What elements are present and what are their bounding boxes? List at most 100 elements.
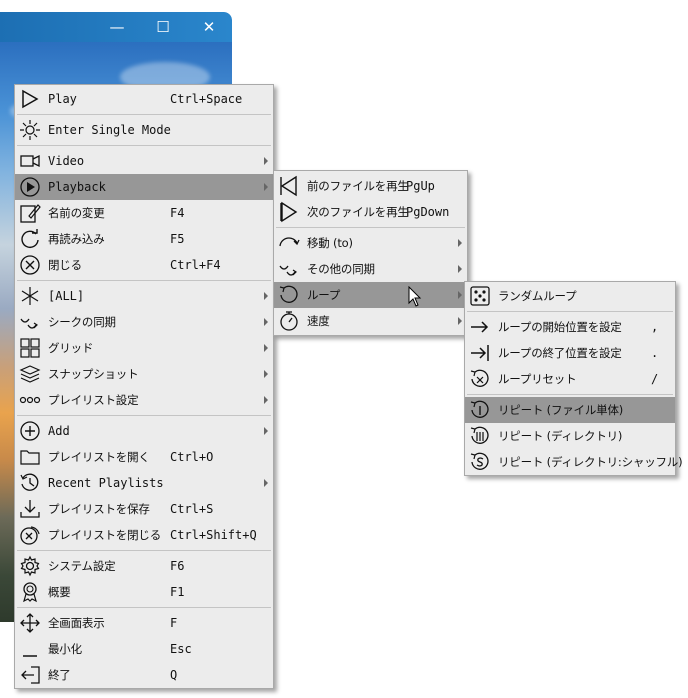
minimize-window-button[interactable]: — <box>94 12 140 42</box>
submenu-arrow-icon <box>264 479 268 487</box>
menu-item-label: プレイリストを開く <box>48 450 150 464</box>
menu-item-play[interactable]: Play Ctrl+Space <box>15 86 273 112</box>
menu-item-save-playlist[interactable]: プレイリストを保存 Ctrl+S <box>15 496 273 522</box>
exit-icon <box>19 664 41 686</box>
menu-item-label: リピート (ディレクトリ) <box>498 429 623 443</box>
menu-item-seek-sync[interactable]: シークの同期 <box>15 309 273 335</box>
menu-item-shortcut: Ctrl+F4 <box>170 258 221 272</box>
context-menu-playback: 前のファイルを再生 PgUp 次のファイルを再生 PgDown 移動 (to) … <box>273 170 468 336</box>
sync-seek-icon <box>19 311 41 333</box>
submenu-arrow-icon <box>264 344 268 352</box>
menu-item-label: Add <box>48 424 70 438</box>
asterisk-icon <box>19 285 41 307</box>
context-menu-loop: ランダムループ ループの開始位置を設定 , ループの終了位置を設定 . ループリ… <box>464 281 683 476</box>
snapshot-icon <box>19 363 41 385</box>
menu-item-set-loop-start[interactable]: ループの開始位置を設定 , <box>465 314 675 340</box>
menu-item-all[interactable]: [ALL] <box>15 283 273 309</box>
menu-item-shortcut: Ctrl+Space <box>170 92 243 106</box>
close-window-button[interactable]: ✕ <box>186 12 232 42</box>
menu-item-shortcut: F5 <box>170 232 185 246</box>
menu-item-shortcut: Esc <box>170 642 192 656</box>
menu-item-shortcut: PgUp <box>406 179 435 193</box>
playback-icon <box>19 176 41 198</box>
menu-item-enter-single-mode[interactable]: Enter Single Mode <box>15 117 273 143</box>
menu-item-next-file[interactable]: 次のファイルを再生 PgDown <box>274 199 467 225</box>
menu-item-label: 速度 <box>307 314 330 328</box>
menu-item-rename[interactable]: 名前の変更 F4 <box>15 200 273 226</box>
menu-item-playlist-settings[interactable]: プレイリスト設定 <box>15 387 273 413</box>
menu-item-shortcut: / <box>651 372 659 386</box>
repeat-directory-icon <box>469 425 491 447</box>
menu-item-grid[interactable]: グリッド <box>15 335 273 361</box>
menu-item-loop[interactable]: ループ <box>274 282 467 308</box>
menu-item-minimize[interactable]: 最小化 Esc <box>15 636 273 662</box>
maximize-window-button[interactable]: ☐ <box>140 12 186 42</box>
menu-item-speed[interactable]: 速度 <box>274 308 467 334</box>
move-to-icon <box>278 232 300 254</box>
close-circle-icon <box>19 254 41 276</box>
menu-item-label: その他の同期 <box>307 262 375 276</box>
menu-item-exit[interactable]: 終了 Q <box>15 662 273 688</box>
video-camera-icon <box>19 150 41 172</box>
menu-item-close-playlist[interactable]: プレイリストを閉じる Ctrl+Shift+Q <box>15 522 273 548</box>
menu-item-close[interactable]: 閉じる Ctrl+F4 <box>15 252 273 278</box>
history-icon <box>19 472 41 494</box>
loop-reset-icon <box>469 368 491 390</box>
menu-item-fullscreen[interactable]: 全画面表示 F <box>15 610 273 636</box>
menu-separator <box>467 394 673 395</box>
menu-item-label: Video <box>48 154 85 168</box>
menu-separator <box>17 114 271 115</box>
save-download-icon <box>19 498 41 520</box>
menu-item-previous-file[interactable]: 前のファイルを再生 PgUp <box>274 173 467 199</box>
playlist-settings-icon <box>19 389 41 411</box>
menu-item-loop-reset[interactable]: ループリセット / <box>465 366 675 392</box>
loop-icon <box>278 284 300 306</box>
menu-item-move-to[interactable]: 移動 (to) <box>274 230 467 256</box>
minimize-icon <box>19 638 41 660</box>
set-end-icon <box>469 342 491 364</box>
menu-item-label: 概要 <box>48 585 71 599</box>
gear-icon <box>19 555 41 577</box>
menu-item-recent-playlists[interactable]: Recent Playlists <box>15 470 273 496</box>
menu-item-label: 前のファイルを再生 <box>307 179 409 193</box>
menu-item-repeat-directory[interactable]: リピート (ディレクトリ) <box>465 423 675 449</box>
menu-item-set-loop-end[interactable]: ループの終了位置を設定 . <box>465 340 675 366</box>
menu-item-about[interactable]: 概要 F1 <box>15 579 273 605</box>
menu-item-shortcut: F4 <box>170 206 185 220</box>
menu-item-label: プレイリストを閉じる <box>48 528 161 542</box>
menu-separator <box>17 550 271 551</box>
menu-item-label: 次のファイルを再生 <box>307 205 409 219</box>
menu-item-playback[interactable]: Playback <box>15 174 273 200</box>
menu-separator <box>467 311 673 312</box>
menu-item-open-playlist[interactable]: プレイリストを開く Ctrl+O <box>15 444 273 470</box>
speed-timer-icon <box>278 310 300 332</box>
other-sync-icon <box>278 258 300 280</box>
menu-item-other-sync[interactable]: その他の同期 <box>274 256 467 282</box>
menu-item-label: ループリセット <box>498 372 577 386</box>
close-playlist-icon <box>19 524 41 546</box>
menu-item-shortcut: F6 <box>170 559 185 573</box>
submenu-arrow-icon <box>264 427 268 435</box>
reload-icon <box>19 228 41 250</box>
menu-item-shortcut: Ctrl+S <box>170 502 214 516</box>
menu-item-system-settings[interactable]: システム設定 F6 <box>15 553 273 579</box>
menu-item-label: Play <box>48 92 77 106</box>
menu-item-label: プレイリストを保存 <box>48 502 150 516</box>
menu-item-random-loop[interactable]: ランダムループ <box>465 283 675 309</box>
menu-item-add[interactable]: Add <box>15 418 273 444</box>
menu-item-snapshot[interactable]: スナップショット <box>15 361 273 387</box>
title-bar: — ☐ ✕ <box>0 12 232 42</box>
menu-item-video[interactable]: Video <box>15 148 273 174</box>
menu-item-label: Recent Playlists <box>48 476 164 490</box>
menu-separator <box>17 415 271 416</box>
grid-icon <box>19 337 41 359</box>
submenu-arrow-icon <box>458 291 462 299</box>
menu-item-repeat-directory-shuffle[interactable]: リピート (ディレクトリ:シャッフル) <box>465 449 683 475</box>
menu-item-label: 全画面表示 <box>48 616 105 630</box>
next-file-icon <box>278 201 300 223</box>
menu-item-shortcut: Ctrl+O <box>170 450 214 464</box>
menu-item-shortcut: Ctrl+Shift+Q <box>170 528 257 542</box>
menu-item-repeat-single-file[interactable]: リピート (ファイル単体) <box>465 397 675 423</box>
menu-item-reload[interactable]: 再読み込み F5 <box>15 226 273 252</box>
set-start-icon <box>469 316 491 338</box>
